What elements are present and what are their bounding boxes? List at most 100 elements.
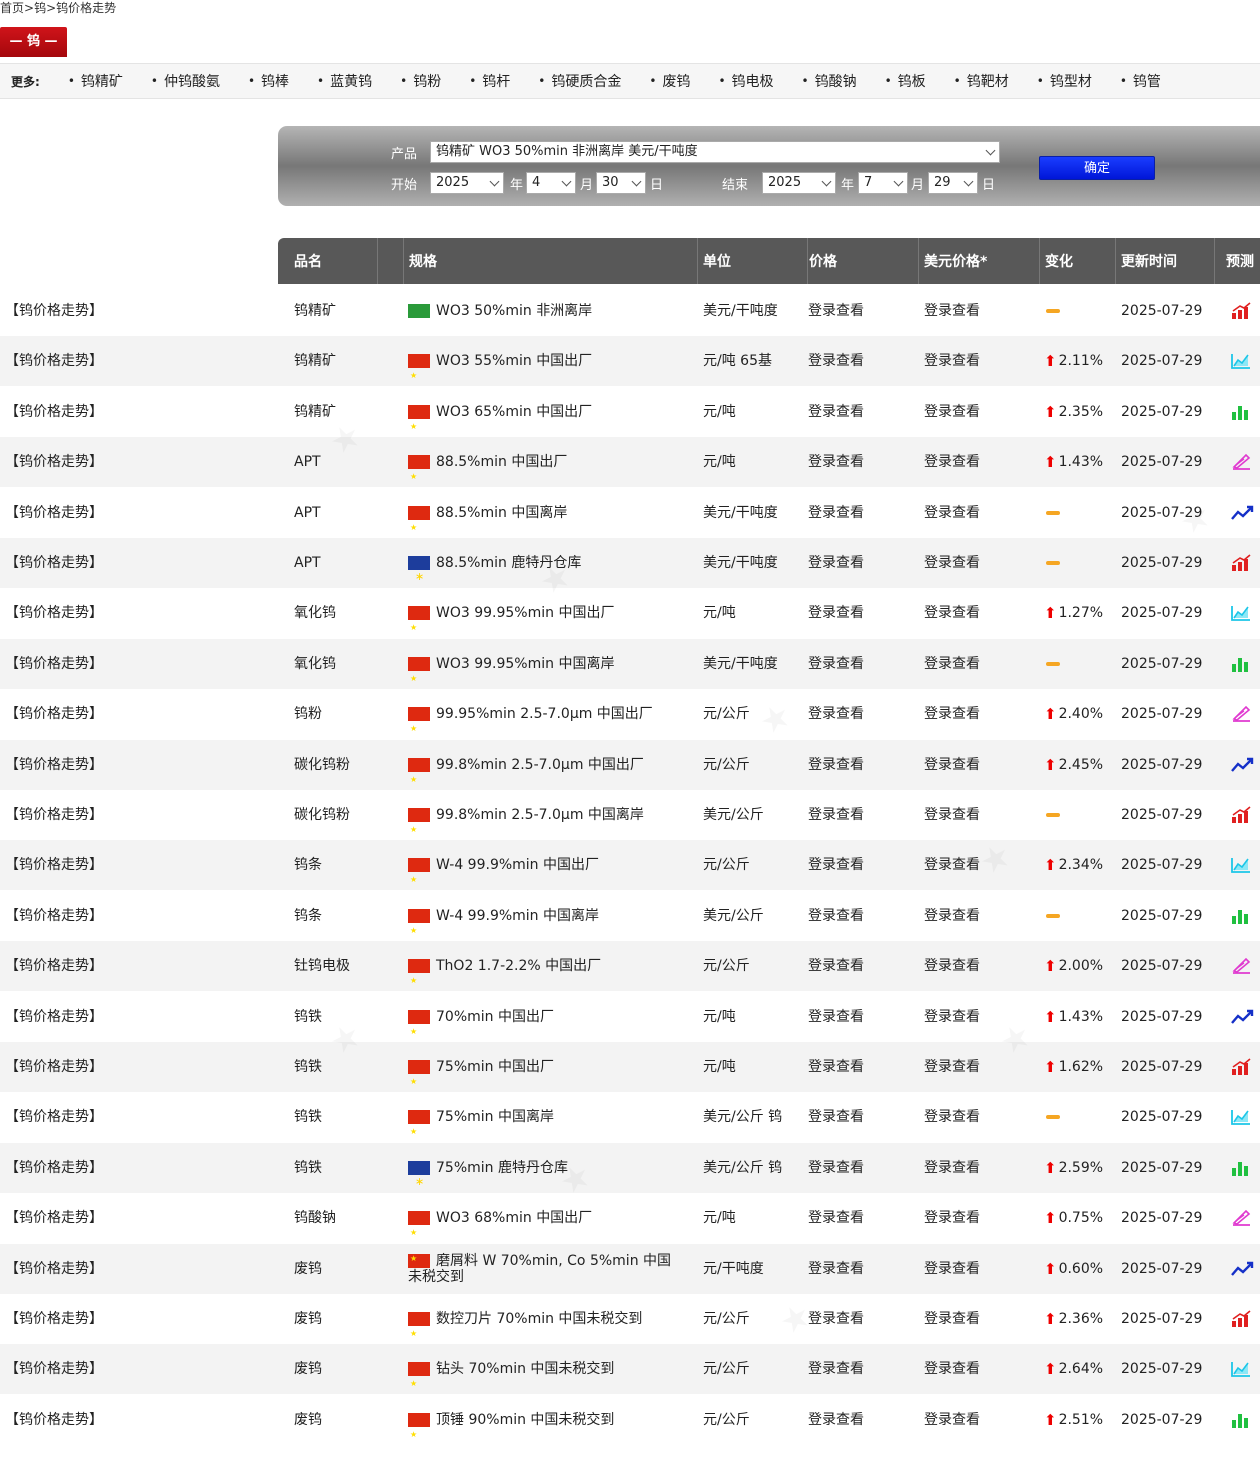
usd-price-login-link[interactable]: 登录查看 <box>924 1092 980 1142</box>
more-item-4[interactable]: • 钨粉 <box>400 71 441 91</box>
price-login-link[interactable]: 登录查看 <box>808 1244 864 1294</box>
price-login-link[interactable]: 登录查看 <box>808 1395 864 1445</box>
usd-price-login-link[interactable]: 登录查看 <box>924 740 980 790</box>
forecast-link[interactable] <box>1230 1294 1252 1344</box>
usd-price-login-link[interactable]: 登录查看 <box>924 941 980 991</box>
more-item-10[interactable]: • 钨板 <box>885 71 926 91</box>
price-trend-link[interactable]: 【钨价格走势】 <box>5 740 103 790</box>
confirm-button[interactable]: 确定 <box>1039 156 1155 180</box>
price-trend-link[interactable]: 【钨价格走势】 <box>5 1395 103 1445</box>
price-login-link[interactable]: 登录查看 <box>808 740 864 790</box>
price-trend-link[interactable]: 【钨价格走势】 <box>5 588 103 638</box>
price-login-link[interactable]: 登录查看 <box>808 1143 864 1193</box>
breadcrumb-category[interactable]: 钨 <box>34 1 46 15</box>
start-month-select[interactable]: 4 <box>526 172 576 194</box>
forecast-link[interactable] <box>1230 891 1252 941</box>
price-trend-link[interactable]: 【钨价格走势】 <box>5 336 103 386</box>
forecast-link[interactable] <box>1230 1092 1252 1142</box>
forecast-link[interactable] <box>1230 639 1252 689</box>
forecast-link[interactable] <box>1230 387 1252 437</box>
forecast-link[interactable] <box>1230 488 1254 538</box>
forecast-link[interactable] <box>1230 1143 1252 1193</box>
breadcrumb-home[interactable]: 首页 <box>0 1 24 15</box>
price-trend-link[interactable]: 【钨价格走势】 <box>5 840 103 890</box>
price-login-link[interactable]: 登录查看 <box>808 941 864 991</box>
price-login-link[interactable]: 登录查看 <box>808 689 864 739</box>
price-trend-link[interactable]: 【钨价格走势】 <box>5 538 103 588</box>
usd-price-login-link[interactable]: 登录查看 <box>924 891 980 941</box>
usd-price-login-link[interactable]: 登录查看 <box>924 1344 980 1394</box>
usd-price-login-link[interactable]: 登录查看 <box>924 790 980 840</box>
forecast-link[interactable] <box>1230 437 1252 487</box>
price-login-link[interactable]: 登录查看 <box>808 639 864 689</box>
usd-price-login-link[interactable]: 登录查看 <box>924 840 980 890</box>
more-item-11[interactable]: • 钨靶材 <box>954 71 1009 91</box>
forecast-link[interactable] <box>1230 790 1252 840</box>
price-trend-link[interactable]: 【钨价格走势】 <box>5 639 103 689</box>
price-trend-link[interactable]: 【钨价格走势】 <box>5 387 103 437</box>
price-login-link[interactable]: 登录查看 <box>808 891 864 941</box>
usd-price-login-link[interactable]: 登录查看 <box>924 1042 980 1092</box>
price-trend-link[interactable]: 【钨价格走势】 <box>5 941 103 991</box>
price-trend-link[interactable]: 【钨价格走势】 <box>5 891 103 941</box>
more-item-7[interactable]: • 废钨 <box>649 71 690 91</box>
price-login-link[interactable]: 登录查看 <box>808 1042 864 1092</box>
more-item-9[interactable]: • 钨酸钠 <box>802 71 857 91</box>
price-trend-link[interactable]: 【钨价格走势】 <box>5 286 103 336</box>
price-login-link[interactable]: 登录查看 <box>808 992 864 1042</box>
usd-price-login-link[interactable]: 登录查看 <box>924 437 980 487</box>
forecast-link[interactable] <box>1230 992 1254 1042</box>
price-trend-link[interactable]: 【钨价格走势】 <box>5 790 103 840</box>
forecast-link[interactable] <box>1230 286 1252 336</box>
more-item-12[interactable]: • 钨型材 <box>1037 71 1092 91</box>
usd-price-login-link[interactable]: 登录查看 <box>924 336 980 386</box>
usd-price-login-link[interactable]: 登录查看 <box>924 689 980 739</box>
price-login-link[interactable]: 登录查看 <box>808 336 864 386</box>
price-trend-link[interactable]: 【钨价格走势】 <box>5 437 103 487</box>
usd-price-login-link[interactable]: 登录查看 <box>924 1244 980 1294</box>
forecast-link[interactable] <box>1230 1042 1252 1092</box>
price-login-link[interactable]: 登录查看 <box>808 1344 864 1394</box>
price-trend-link[interactable]: 【钨价格走势】 <box>5 689 103 739</box>
price-login-link[interactable]: 登录查看 <box>808 1092 864 1142</box>
price-trend-link[interactable]: 【钨价格走势】 <box>5 1344 103 1394</box>
more-item-3[interactable]: • 蓝黄钨 <box>317 71 372 91</box>
price-login-link[interactable]: 登录查看 <box>808 488 864 538</box>
end-month-select[interactable]: 7 <box>858 172 908 194</box>
forecast-link[interactable] <box>1230 1344 1252 1394</box>
forecast-link[interactable] <box>1230 1395 1252 1445</box>
usd-price-login-link[interactable]: 登录查看 <box>924 538 980 588</box>
price-trend-link[interactable]: 【钨价格走势】 <box>5 1193 103 1243</box>
price-trend-link[interactable]: 【钨价格走势】 <box>5 1042 103 1092</box>
end-year-select[interactable]: 2025 <box>762 172 836 194</box>
price-trend-link[interactable]: 【钨价格走势】 <box>5 1244 103 1294</box>
start-day-select[interactable]: 30 <box>596 172 646 194</box>
more-item-8[interactable]: • 钨电极 <box>718 71 773 91</box>
more-item-6[interactable]: • 钨硬质合金 <box>538 71 621 91</box>
price-trend-link[interactable]: 【钨价格走势】 <box>5 1294 103 1344</box>
more-item-13[interactable]: • 钨管 <box>1120 71 1161 91</box>
usd-price-login-link[interactable]: 登录查看 <box>924 1294 980 1344</box>
forecast-link[interactable] <box>1230 538 1252 588</box>
forecast-link[interactable] <box>1230 1244 1254 1294</box>
usd-price-login-link[interactable]: 登录查看 <box>924 1193 980 1243</box>
product-select[interactable]: 钨精矿 WO3 50%min 非洲离岸 美元/干吨度 <box>430 141 1000 163</box>
usd-price-login-link[interactable]: 登录查看 <box>924 992 980 1042</box>
usd-price-login-link[interactable]: 登录查看 <box>924 1143 980 1193</box>
usd-price-login-link[interactable]: 登录查看 <box>924 1395 980 1445</box>
price-login-link[interactable]: 登录查看 <box>808 387 864 437</box>
usd-price-login-link[interactable]: 登录查看 <box>924 387 980 437</box>
usd-price-login-link[interactable]: 登录查看 <box>924 488 980 538</box>
price-login-link[interactable]: 登录查看 <box>808 790 864 840</box>
price-login-link[interactable]: 登录查看 <box>808 1294 864 1344</box>
more-item-5[interactable]: • 钨杆 <box>469 71 510 91</box>
price-trend-link[interactable]: 【钨价格走势】 <box>5 1143 103 1193</box>
forecast-link[interactable] <box>1230 689 1252 739</box>
usd-price-login-link[interactable]: 登录查看 <box>924 286 980 336</box>
end-day-select[interactable]: 29 <box>928 172 978 194</box>
forecast-link[interactable] <box>1230 588 1252 638</box>
price-trend-link[interactable]: 【钨价格走势】 <box>5 1092 103 1142</box>
more-item-1[interactable]: • 仲钨酸氨 <box>151 71 220 91</box>
more-item-0[interactable]: • 钨精矿 <box>68 71 123 91</box>
usd-price-login-link[interactable]: 登录查看 <box>924 639 980 689</box>
